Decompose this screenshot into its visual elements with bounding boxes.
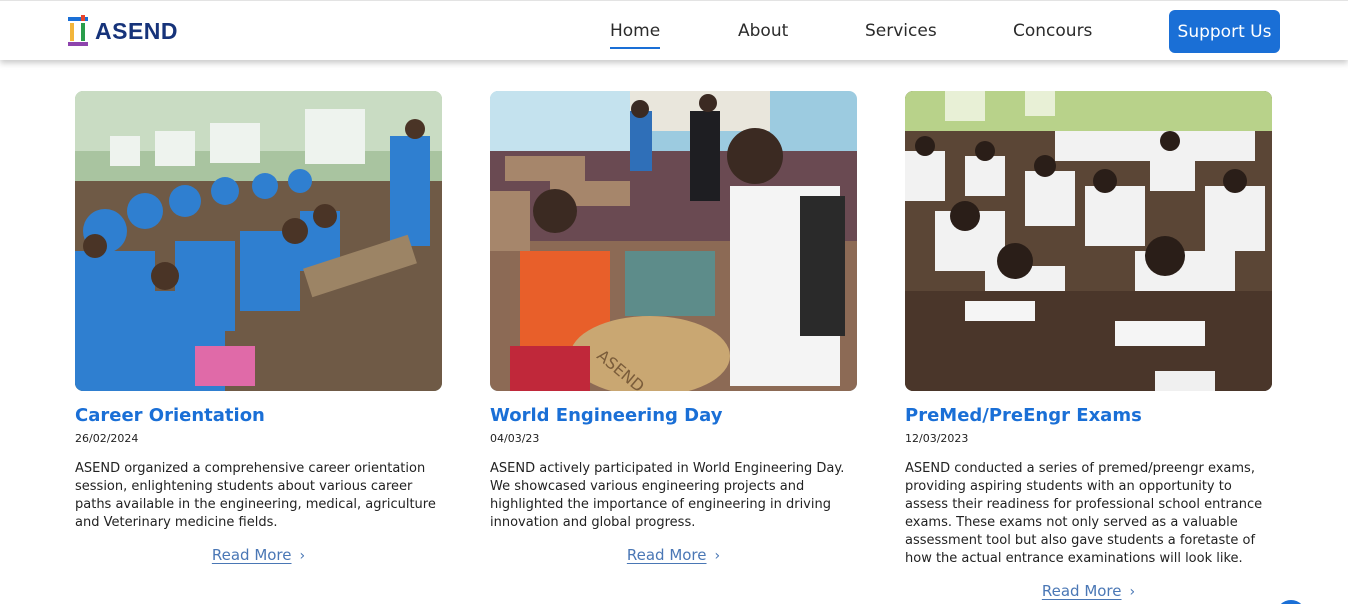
brand-name: ASEND: [95, 17, 179, 44]
read-more-row: Read More ›: [490, 546, 857, 564]
read-more-row: Read More ›: [75, 546, 442, 564]
news-card-premed-preengr-exams: PreMed/PreEngr Exams 12/03/2023 ASEND co…: [905, 91, 1272, 600]
support-us-button[interactable]: Support Us: [1169, 10, 1280, 53]
card-description: ASEND organized a comprehensive career o…: [75, 461, 436, 530]
chevron-right-icon[interactable]: ›: [300, 548, 306, 564]
chevron-right-icon[interactable]: ›: [1130, 584, 1136, 600]
card-title: World Engineering Day: [490, 405, 723, 426]
read-more-row: Read More ›: [905, 582, 1272, 600]
read-more-link[interactable]: Read More: [627, 546, 707, 564]
card-title: Career Orientation: [75, 405, 265, 426]
engineering-project-photo[interactable]: ASEND: [490, 91, 857, 391]
scroll-to-top-button[interactable]: [1276, 600, 1306, 604]
card-description: ASEND conducted a series of premed/preen…: [905, 461, 1263, 566]
asend-logo-icon: [67, 15, 89, 47]
read-more-link[interactable]: Read More: [1042, 582, 1122, 600]
nav-home-link[interactable]: Home: [610, 21, 661, 49]
card-date: 12/03/2023: [905, 432, 969, 445]
nav-services-link[interactable]: Services: [865, 21, 937, 41]
card-date: 26/02/2024: [75, 432, 139, 445]
news-card-career-orientation: Career Orientation 26/02/2024 ASEND orga…: [75, 91, 442, 564]
exam-hall-photo[interactable]: [905, 91, 1272, 391]
brand-logo[interactable]: ASEND: [67, 15, 178, 47]
card-date: 04/03/23: [490, 432, 540, 445]
nav-about-link[interactable]: About: [738, 21, 788, 41]
news-card-world-engineering-day: ASEND World Engineering Day 04/03/23 ASE…: [490, 91, 857, 564]
classroom-students-photo[interactable]: [75, 91, 442, 391]
card-description: ASEND actively participated in World Eng…: [490, 461, 845, 530]
chevron-right-icon[interactable]: ›: [715, 548, 721, 564]
read-more-link[interactable]: Read More: [212, 546, 292, 564]
top-navbar: ASEND Home About Services Concours Suppo…: [0, 0, 1348, 60]
nav-concours-link[interactable]: Concours: [1013, 21, 1092, 41]
card-title: PreMed/PreEngr Exams: [905, 405, 1142, 426]
